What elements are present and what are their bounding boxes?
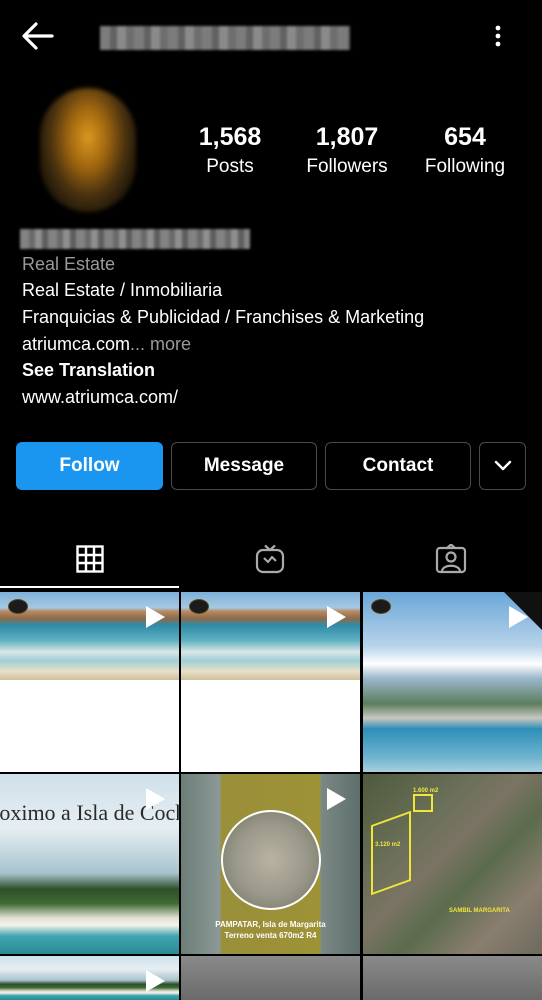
brand-logo-icon	[8, 599, 28, 614]
suggested-accounts-dropdown-button[interactable]	[479, 442, 526, 490]
video-play-icon	[327, 788, 346, 810]
place-label: SAMBIL MARGARITA	[449, 908, 510, 914]
bio-line-1: Real Estate / Inmobiliaria	[22, 280, 223, 300]
pampatar-subtitle: Terreno venta 670m2 R4	[224, 931, 317, 940]
bio-more-link[interactable]: ... more	[130, 334, 191, 354]
plot-area-label: 1.600 m2	[413, 788, 439, 794]
video-play-icon	[146, 606, 165, 628]
top-bar	[0, 0, 542, 72]
land-plot-outline	[413, 794, 433, 812]
posts-stat[interactable]: 1,568 Posts	[170, 122, 290, 182]
see-translation-link[interactable]: See Translation	[22, 357, 155, 383]
grid-post-9[interactable]	[363, 956, 542, 1000]
plot-area-label: 3.120 m2	[375, 842, 401, 848]
profile-avatar[interactable]	[40, 88, 136, 212]
following-label: Following	[424, 156, 506, 177]
post-white-area	[0, 680, 179, 772]
video-play-icon	[509, 606, 528, 628]
tab-igtv[interactable]	[180, 530, 360, 588]
back-arrow-icon[interactable]	[20, 20, 56, 52]
video-play-icon	[146, 970, 165, 992]
followers-stat[interactable]: 1,807 Followers	[287, 122, 407, 182]
message-button[interactable]: Message	[171, 442, 317, 490]
grid-icon	[76, 545, 104, 573]
contact-button[interactable]: Contact	[325, 442, 471, 490]
active-tab-indicator	[0, 586, 179, 588]
video-play-icon	[146, 788, 165, 810]
chevron-down-icon	[494, 460, 511, 471]
grid-post-7[interactable]	[0, 956, 179, 1000]
grid-post-8[interactable]	[181, 956, 360, 1000]
pampatar-title: PAMPATAR, Isla de Margarita	[215, 920, 326, 929]
grid-post-6[interactable]: 3.120 m2 1.600 m2 SAMBIL MARGARITA	[363, 774, 542, 954]
follow-button[interactable]: Follow	[16, 442, 163, 490]
more-options-icon[interactable]	[486, 22, 510, 50]
bio-line-2: Franquicias & Publicidad / Franchises & …	[22, 307, 425, 327]
bio-line-3: atriumca.com... more	[22, 331, 191, 357]
tagged-person-icon	[435, 544, 467, 574]
grid-post-1[interactable]	[0, 592, 179, 772]
followers-count: 1,807	[315, 123, 379, 151]
brand-logo-icon	[371, 599, 391, 614]
circular-map-photo	[221, 810, 321, 910]
brand-logo-icon	[189, 599, 209, 614]
tab-tagged[interactable]	[361, 530, 541, 588]
following-stat[interactable]: 654 Following	[405, 122, 525, 182]
video-play-icon	[327, 606, 346, 628]
post-white-area	[181, 680, 360, 772]
bio-line-3-text: atriumca.com	[22, 334, 131, 354]
profile-category: Real Estate	[22, 254, 116, 274]
grid-post-4[interactable]: roximo a Isla de Coch	[0, 774, 179, 954]
following-count: 654	[444, 123, 486, 151]
username-obscured	[100, 26, 350, 50]
posts-label: Posts	[206, 156, 254, 177]
posts-count: 1,568	[198, 123, 262, 151]
tab-posts-grid[interactable]	[0, 530, 180, 588]
grid-post-3[interactable]	[363, 592, 542, 772]
grid-post-2[interactable]	[181, 592, 360, 772]
grid-post-5[interactable]: PAMPATAR, Isla de Margarita Terreno vent…	[181, 774, 360, 954]
igtv-icon	[255, 544, 285, 574]
followers-label: Followers	[306, 156, 388, 177]
website-link[interactable]: www.atriumca.com/	[22, 384, 178, 410]
land-plot-outline	[371, 810, 411, 896]
display-name-obscured	[20, 229, 250, 249]
